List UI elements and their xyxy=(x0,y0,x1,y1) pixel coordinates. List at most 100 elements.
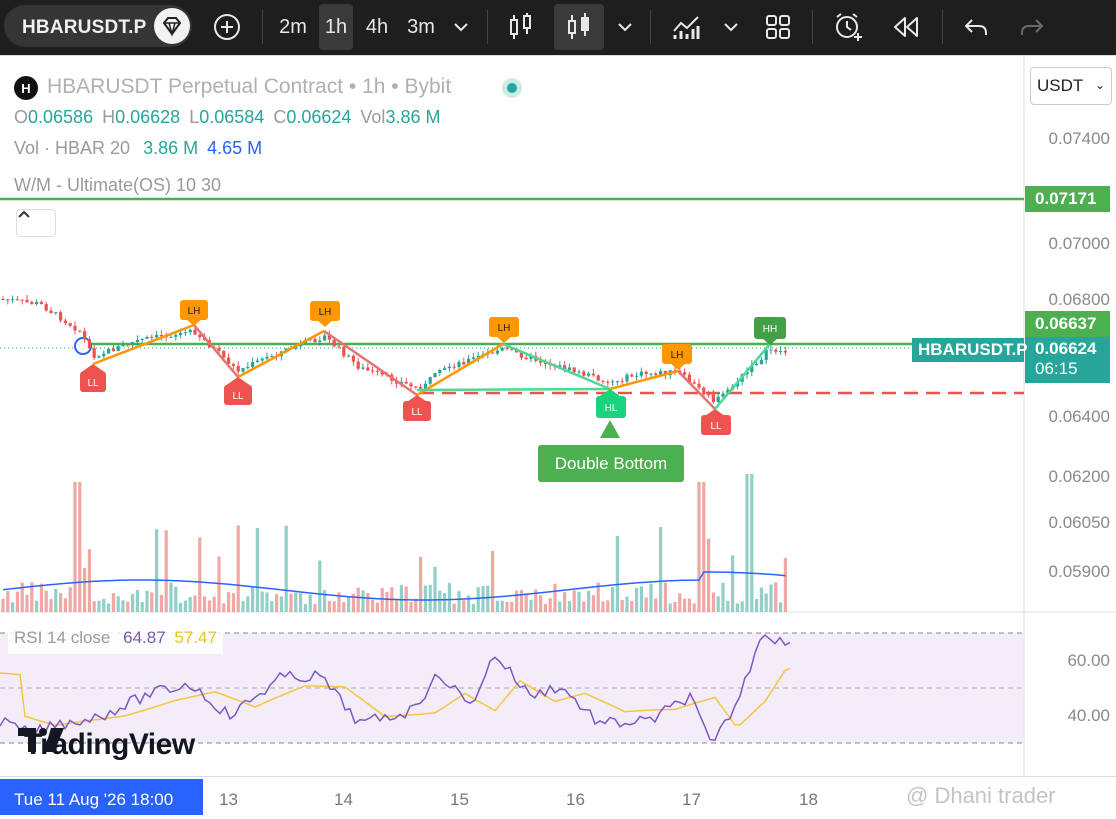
interval-4h[interactable]: 4h xyxy=(358,4,396,50)
volume-bar xyxy=(755,599,759,612)
candle xyxy=(783,350,787,353)
candle xyxy=(495,350,499,354)
volume-bar xyxy=(140,602,144,612)
interval-2m[interactable]: 2m xyxy=(272,4,314,50)
price-axis-label: 0.06400 xyxy=(1048,407,1110,426)
add-symbol-button[interactable] xyxy=(206,4,248,50)
pivot-label: LH xyxy=(188,306,201,317)
rsi-axis-label: 40.00 xyxy=(1067,706,1110,725)
volume-bar xyxy=(294,592,298,612)
volume-bar xyxy=(150,592,154,612)
pivot-lh-4[interactable]: LH xyxy=(662,344,692,370)
candle xyxy=(92,348,96,358)
ohlc-legend: O0.06586 H0.06628 L0.06584 C0.06624 Vol3… xyxy=(14,107,440,128)
volume-bar xyxy=(308,594,312,612)
volume-bar xyxy=(44,590,48,612)
undo-button[interactable] xyxy=(956,4,996,50)
volume-bar xyxy=(59,593,63,612)
volume-bar xyxy=(731,555,735,612)
open-label: O xyxy=(14,107,29,127)
interval-1h[interactable]: 1h xyxy=(319,4,353,50)
candle xyxy=(683,372,687,375)
interval-3m[interactable]: 3m xyxy=(400,4,442,50)
candle xyxy=(779,350,783,352)
price-axis-label: 0.05900 xyxy=(1048,562,1110,581)
chart-panel[interactable]: LL LH LL LH LL LH HL LH LL HH H HBARUSDT… xyxy=(0,55,1116,819)
indicators-button[interactable] xyxy=(664,4,708,50)
interval-dropdown[interactable] xyxy=(448,4,474,50)
volume-bar xyxy=(438,590,442,612)
wm-indicator-legend[interactable]: W/M - Ultimate(OS) 10 30 xyxy=(14,175,221,196)
candle xyxy=(121,344,125,347)
candle xyxy=(241,368,245,372)
pattern-callout-pointer xyxy=(600,420,620,438)
price-axis-label: 0.07400 xyxy=(1048,129,1110,148)
volume-bar xyxy=(212,596,216,612)
pivot-lh-2[interactable]: LH xyxy=(310,301,340,327)
volume-bar xyxy=(486,585,490,612)
currency-select[interactable]: USDT ⌄ xyxy=(1030,67,1112,105)
candle xyxy=(44,304,48,311)
replay-button[interactable] xyxy=(884,4,928,50)
indicators-dropdown[interactable] xyxy=(718,4,744,50)
price-chart-canvas[interactable]: LL LH LL LH LL LH HL LH LL HH xyxy=(0,56,1116,819)
volume-bar xyxy=(447,583,451,612)
rsi-legend[interactable]: RSI 14 close 64.87 57.47 xyxy=(8,624,223,654)
pivot-ll-3[interactable]: LL xyxy=(403,395,431,421)
pivot-ll-1[interactable]: LL xyxy=(80,364,106,392)
toolbar-separator xyxy=(812,10,813,44)
volume-bar xyxy=(222,603,226,612)
candle xyxy=(155,334,159,338)
pivot-lh-3[interactable]: LH xyxy=(489,317,519,343)
collapse-legend-button[interactable] xyxy=(16,209,56,237)
horizontal-line-price-tag: 0.07171 xyxy=(1025,186,1110,212)
volume-bar xyxy=(567,601,571,612)
pivot-ll-2[interactable]: LL xyxy=(224,377,252,405)
candle xyxy=(596,375,600,381)
pivot-label: LH xyxy=(319,307,332,318)
time-axis-label: 14 xyxy=(334,790,353,809)
candle xyxy=(443,368,447,370)
candle xyxy=(39,301,43,305)
volume-bar xyxy=(203,596,207,612)
pivot-lh-1[interactable]: LH xyxy=(180,300,208,326)
volume-bar xyxy=(1,598,5,612)
pivot-ll-4[interactable]: LL xyxy=(701,409,731,435)
toolbar-separator xyxy=(942,10,943,44)
volume-bar xyxy=(111,593,115,612)
volume-bar xyxy=(539,595,543,612)
diamond-icon[interactable] xyxy=(154,8,190,44)
candle xyxy=(1,299,5,300)
candle xyxy=(500,347,504,351)
candle xyxy=(83,331,87,340)
tradingview-logo[interactable]: TradingView xyxy=(18,728,195,762)
candle xyxy=(452,366,456,368)
candle xyxy=(116,346,120,352)
layout-button[interactable] xyxy=(756,4,800,50)
redo-button[interactable] xyxy=(1012,4,1052,50)
double-bottom-callout[interactable]: Double Bottom xyxy=(538,445,684,482)
volume-bar xyxy=(735,603,739,612)
volume-bar xyxy=(183,600,187,612)
currency-value: USDT xyxy=(1037,76,1084,95)
candle xyxy=(87,339,91,349)
volume-bar xyxy=(385,591,389,612)
chart-type-dropdown[interactable] xyxy=(612,4,638,50)
bar-style-button[interactable] xyxy=(500,4,542,50)
candle xyxy=(323,335,327,341)
candles-style-button[interactable] xyxy=(554,4,604,50)
candle xyxy=(587,373,591,376)
candle xyxy=(620,381,624,383)
candle xyxy=(217,347,221,352)
volume-bar xyxy=(452,603,456,612)
alert-button[interactable] xyxy=(826,4,870,50)
volume-indicator-legend[interactable]: Vol · HBAR 20 3.86 M 4.65 M xyxy=(14,138,262,159)
symbol-search-button[interactable]: HBARUSDT.P xyxy=(4,5,192,47)
pivot-hh[interactable]: HH xyxy=(754,317,786,345)
price-axis-label: 0.06800 xyxy=(1048,290,1110,309)
volume-bar xyxy=(745,474,749,612)
candle xyxy=(174,334,178,337)
candle xyxy=(716,396,720,403)
price-axis-label: 0.06050 xyxy=(1048,513,1110,532)
toolbar-separator xyxy=(487,10,488,44)
